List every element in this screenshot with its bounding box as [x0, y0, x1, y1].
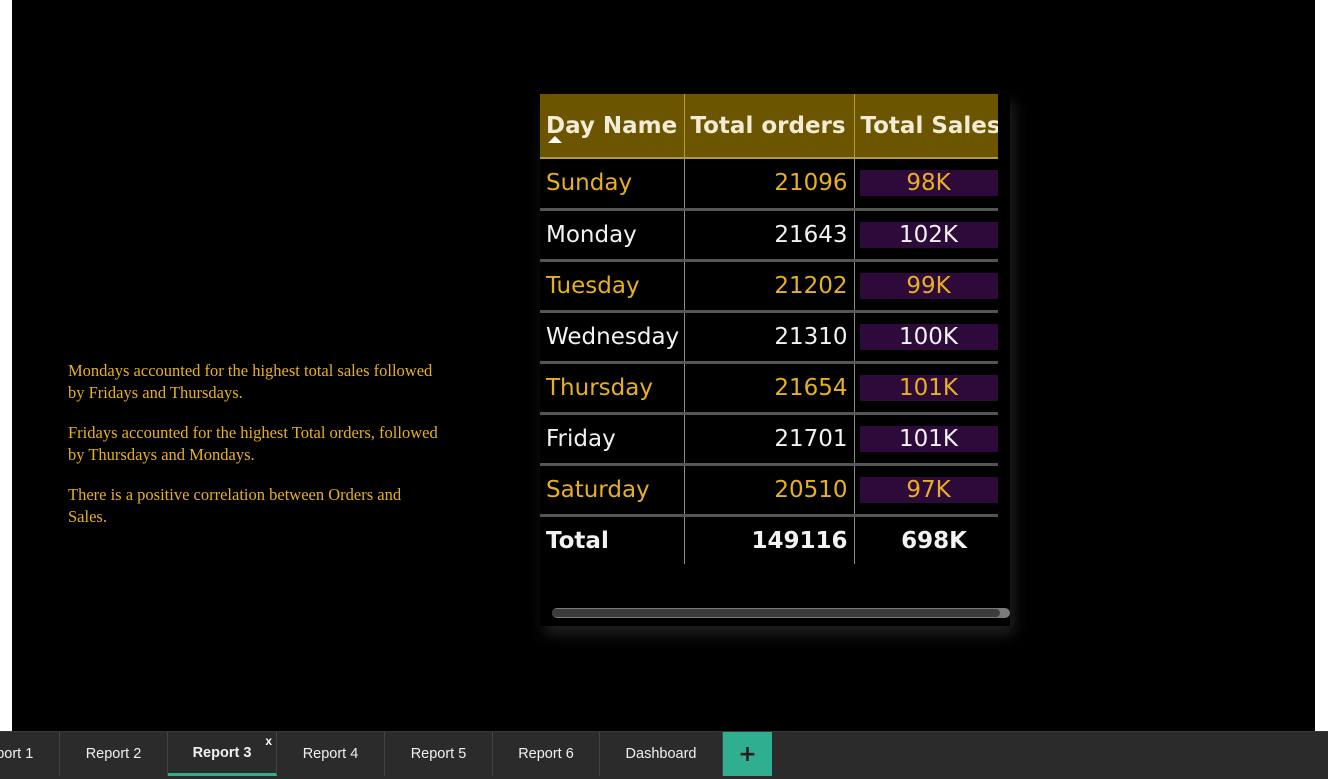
sales-bar: 102K: [859, 221, 998, 248]
sales-bar: 100K: [859, 323, 998, 350]
close-tab-icon[interactable]: x: [265, 734, 272, 748]
orders-cell: 21096: [684, 158, 855, 211]
tab-label: Report 6: [518, 746, 574, 762]
header-label: Day Name: [546, 112, 678, 139]
total-sales: 698K: [854, 515, 998, 564]
table-row[interactable]: Sunday 21096 98K: [540, 158, 998, 211]
sales-cell: 97K: [854, 464, 998, 517]
horizontal-scrollbar[interactable]: [552, 608, 1010, 618]
tab-label: Report 2: [85, 746, 142, 762]
column-header-total-sales[interactable]: Total Sales: [854, 94, 998, 159]
day-cell: Monday: [540, 209, 685, 262]
page-tab-bar: Report 1 Report 2 Report 3 x Report 4 Re…: [0, 731, 1328, 779]
tab-report-6[interactable]: Report 6: [493, 732, 600, 776]
total-label: Total: [540, 515, 685, 564]
tab-report-4[interactable]: Report 4: [277, 732, 385, 776]
day-cell: Wednesday: [540, 311, 685, 364]
sales-bar: 101K: [859, 374, 998, 401]
sales-cell: 101K: [854, 413, 998, 466]
sales-bar: 101K: [859, 425, 998, 452]
total-row: Total 149116 698K: [540, 515, 998, 564]
tab-label: Report 4: [302, 746, 359, 762]
sales-bar: 98K: [859, 170, 998, 197]
total-orders: 149116: [684, 515, 855, 564]
sales-bar: 97K: [859, 476, 998, 503]
table-row[interactable]: Saturday 20510 97K: [540, 464, 998, 517]
tab-dashboard[interactable]: Dashboard: [600, 732, 723, 776]
sales-cell: 102K: [854, 209, 998, 262]
sales-bar: 99K: [859, 272, 998, 299]
insights-textbox: Mondays accounted for the highest total …: [68, 360, 438, 546]
table-row[interactable]: Friday 21701 101K: [540, 413, 998, 466]
insight-3: There is a positive correlation between …: [68, 485, 402, 526]
insight-2: Fridays accounted for the highest Total …: [68, 423, 438, 464]
tab-report-5[interactable]: Report 5: [385, 732, 493, 776]
table-row[interactable]: Tuesday 21202 99K: [540, 260, 998, 313]
data-table: Day Name Total orders Total Sales Sunday…: [540, 94, 998, 564]
column-header-day-name[interactable]: Day Name: [540, 94, 685, 159]
tab-label: Report 1: [0, 746, 34, 762]
scrollbar-thumb[interactable]: [552, 609, 1000, 617]
day-cell: Sunday: [540, 158, 685, 211]
column-header-total-orders[interactable]: Total orders: [684, 94, 855, 159]
day-cell: Saturday: [540, 464, 685, 517]
tab-label: Dashboard: [625, 746, 697, 762]
plus-icon: +: [738, 741, 757, 767]
insight-1: Mondays accounted for the highest total …: [68, 361, 433, 402]
sales-by-day-table[interactable]: Day Name Total orders Total Sales Sunday…: [540, 94, 1010, 626]
orders-cell: 21701: [684, 413, 855, 466]
sales-cell: 101K: [854, 362, 998, 415]
tab-report-3[interactable]: Report 3 x: [168, 732, 277, 776]
tab-report-1[interactable]: Report 1: [0, 732, 60, 776]
sales-cell: 100K: [854, 311, 998, 364]
sort-ascending-icon[interactable]: [548, 136, 562, 143]
orders-cell: 21643: [684, 209, 855, 262]
table-row[interactable]: Thursday 21654 101K: [540, 362, 998, 415]
tab-label: Report 5: [410, 746, 467, 762]
orders-cell: 21654: [684, 362, 855, 415]
tab-label: Report 3: [192, 744, 252, 761]
day-cell: Friday: [540, 413, 685, 466]
table-row[interactable]: Wednesday 21310 100K: [540, 311, 998, 364]
orders-cell: 21202: [684, 260, 855, 313]
orders-cell: 21310: [684, 311, 855, 364]
sales-cell: 99K: [854, 260, 998, 313]
sales-cell: 98K: [854, 158, 998, 211]
day-cell: Thursday: [540, 362, 685, 415]
tab-report-2[interactable]: Report 2: [60, 732, 168, 776]
day-cell: Tuesday: [540, 260, 685, 313]
table-row[interactable]: Monday 21643 102K: [540, 209, 998, 262]
add-page-button[interactable]: +: [723, 732, 772, 776]
header-row: Day Name Total orders Total Sales: [540, 94, 998, 159]
orders-cell: 20510: [684, 464, 855, 517]
